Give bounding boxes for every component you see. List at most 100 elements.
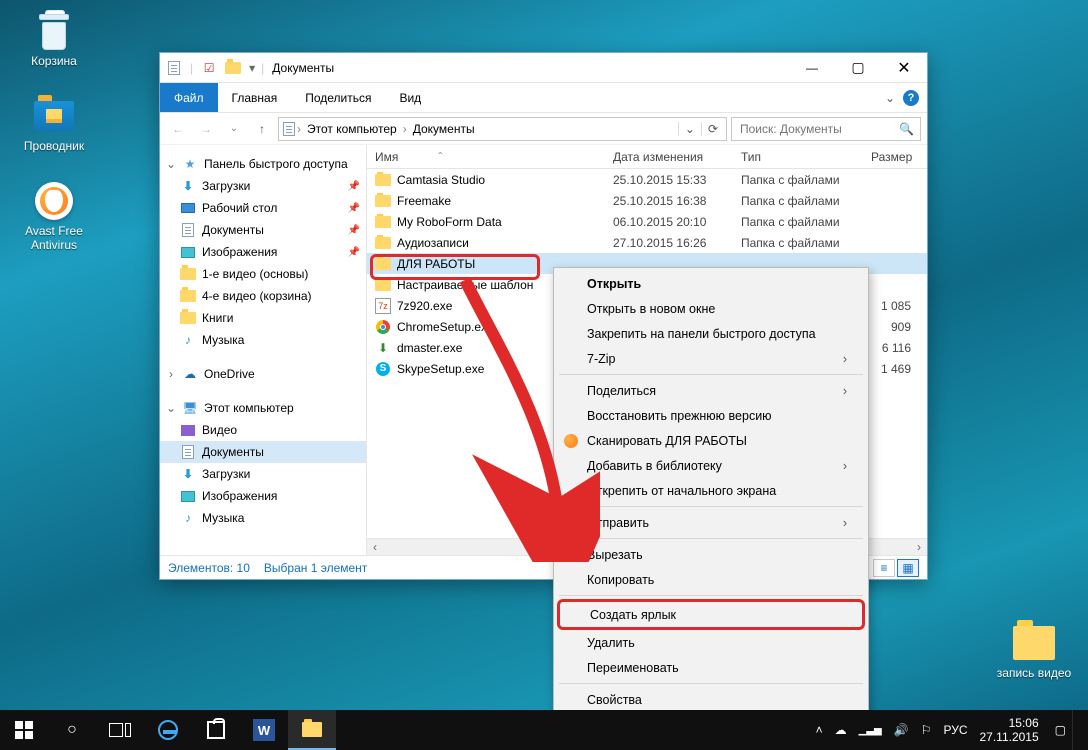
context-item[interactable]: Копировать bbox=[557, 567, 865, 592]
view-details-button[interactable]: ≡ bbox=[873, 559, 895, 577]
minimize-button[interactable]: — bbox=[789, 53, 835, 83]
taskbar-edge[interactable] bbox=[144, 710, 192, 750]
nav-pictures[interactable]: Изображения bbox=[160, 485, 366, 507]
nav-recent-button[interactable]: ⌄ bbox=[222, 117, 246, 141]
context-item[interactable]: Отправить› bbox=[557, 510, 865, 535]
address-dropdown-icon[interactable]: ⌄ bbox=[678, 122, 701, 136]
tray-flag-icon[interactable]: ⚐ bbox=[915, 723, 938, 737]
row-icon bbox=[375, 235, 391, 251]
music-icon: ♪ bbox=[180, 332, 196, 348]
close-button[interactable]: ✕ bbox=[881, 53, 927, 83]
row-size: 6 116 bbox=[871, 341, 927, 355]
row-name: ДЛЯ РАБОТЫ bbox=[397, 257, 475, 271]
context-item[interactable]: Поделиться› bbox=[557, 378, 865, 403]
taskbar-word[interactable]: W bbox=[240, 710, 288, 750]
nav-pictures[interactable]: Изображения📌 bbox=[160, 241, 366, 263]
context-item-label: Отправить bbox=[587, 516, 649, 530]
column-name[interactable]: Имяˆ bbox=[367, 150, 605, 164]
search-icon[interactable]: 🔍 bbox=[899, 122, 914, 136]
tray-volume-icon[interactable]: 🔊 bbox=[888, 723, 915, 737]
context-item[interactable]: 7-Zip› bbox=[557, 346, 865, 371]
search-input[interactable] bbox=[738, 121, 899, 137]
nav-forward-button[interactable]: → bbox=[194, 117, 218, 141]
context-item[interactable]: Открыть в новом окне bbox=[557, 296, 865, 321]
action-center-icon[interactable]: ▢ bbox=[1049, 723, 1072, 737]
context-item[interactable]: Восстановить прежнюю версию bbox=[557, 403, 865, 428]
qat-dropdown-icon[interactable]: ▾ bbox=[249, 61, 255, 75]
tab-file[interactable]: Файл bbox=[160, 83, 218, 112]
tray-network-icon[interactable]: ▁▃▅ bbox=[853, 725, 888, 736]
file-row[interactable]: My RoboForm Data06.10.2015 20:10Папка с … bbox=[367, 211, 927, 232]
context-menu: ОткрытьОткрыть в новом окнеЗакрепить на … bbox=[553, 267, 869, 716]
breadcrumb-leaf[interactable]: Документы bbox=[407, 122, 481, 136]
context-item[interactable]: Открыть bbox=[557, 271, 865, 296]
context-item[interactable]: Добавить в библиотеку› bbox=[557, 453, 865, 478]
desktop-icon-explorer[interactable]: Проводник bbox=[16, 95, 92, 153]
row-type: Папка с файлами bbox=[741, 215, 871, 229]
nav-this-pc[interactable]: ⌄🖥Этот компьютер bbox=[160, 397, 366, 419]
nav-onedrive[interactable]: ›☁OneDrive bbox=[160, 363, 366, 385]
tray-language[interactable]: РУС bbox=[937, 723, 973, 737]
nav-quick-access[interactable]: ⌄★Панель быстрого доступа bbox=[160, 153, 366, 175]
nav-documents-selected[interactable]: Документы bbox=[160, 441, 366, 463]
nav-desktop[interactable]: Рабочий стол📌 bbox=[160, 197, 366, 219]
context-item[interactable]: Удалить bbox=[557, 630, 865, 655]
folder-icon[interactable] bbox=[225, 60, 241, 76]
desktop-icon-recycle-bin[interactable]: Корзина bbox=[16, 10, 92, 68]
column-type[interactable]: Тип bbox=[733, 150, 863, 164]
nav-documents[interactable]: Документы📌 bbox=[160, 219, 366, 241]
tray-chevron-icon[interactable]: ˄ bbox=[810, 723, 829, 737]
breadcrumb-root[interactable]: Этот компьютер bbox=[301, 122, 403, 136]
row-name: My RoboForm Data bbox=[397, 215, 502, 229]
show-desktop-button[interactable] bbox=[1072, 710, 1088, 750]
help-icon[interactable]: ? bbox=[903, 90, 919, 106]
nav-music[interactable]: ♪Музыка bbox=[160, 329, 366, 351]
tab-share[interactable]: Поделиться bbox=[291, 83, 385, 112]
tab-view[interactable]: Вид bbox=[385, 83, 435, 112]
nav-videos[interactable]: Видео bbox=[160, 419, 366, 441]
context-item-label: Сканировать ДЛЯ РАБОТЫ bbox=[587, 434, 747, 448]
properties-icon[interactable]: ☑ bbox=[201, 60, 217, 76]
maximize-button[interactable]: ▢ bbox=[835, 53, 881, 83]
refresh-icon[interactable]: ⟳ bbox=[701, 122, 724, 136]
context-item[interactable]: Создать ярлык bbox=[560, 602, 862, 627]
file-row[interactable]: Camtasia Studio25.10.2015 15:33Папка с ф… bbox=[367, 169, 927, 190]
taskbar-clock[interactable]: 15:06 27.11.2015 bbox=[973, 716, 1048, 744]
start-button[interactable] bbox=[0, 710, 48, 750]
nav-folder[interactable]: Книги bbox=[160, 307, 366, 329]
view-icons-button[interactable]: ▦ bbox=[897, 559, 919, 577]
context-item[interactable]: Открепить от начального экрана bbox=[557, 478, 865, 503]
nav-folder[interactable]: 4-е видео (корзина) bbox=[160, 285, 366, 307]
row-date: 27.10.2015 16:26 bbox=[613, 236, 741, 250]
row-name: ChromeSetup.exe bbox=[397, 320, 494, 334]
context-item[interactable]: Сканировать ДЛЯ РАБОТЫ bbox=[557, 428, 865, 453]
nav-downloads[interactable]: ⬇Загрузки📌 bbox=[160, 175, 366, 197]
row-name: SkypeSetup.exe bbox=[397, 362, 484, 376]
search-button[interactable]: ○ bbox=[48, 710, 96, 750]
tray-onedrive-icon[interactable]: ☁ bbox=[829, 723, 853, 737]
desktop-icon-avast[interactable]: Avast Free Antivirus bbox=[16, 180, 92, 252]
nav-up-button[interactable]: ↑ bbox=[250, 117, 274, 141]
column-date[interactable]: Дата изменения bbox=[605, 150, 733, 164]
address-bar[interactable]: › Этот компьютер › Документы ⌄ ⟳ bbox=[278, 117, 727, 141]
taskbar-store[interactable] bbox=[192, 710, 240, 750]
file-row[interactable]: Аудиозаписи27.10.2015 16:26Папка с файла… bbox=[367, 232, 927, 253]
tab-home[interactable]: Главная bbox=[218, 83, 292, 112]
row-name: Настраиваемые шаблон bbox=[397, 278, 533, 292]
task-view-button[interactable] bbox=[96, 710, 144, 750]
search-box[interactable]: 🔍 bbox=[731, 117, 921, 141]
nav-downloads[interactable]: ⬇Загрузки bbox=[160, 463, 366, 485]
context-item[interactable]: Закрепить на панели быстрого доступа bbox=[557, 321, 865, 346]
context-item[interactable]: Переименовать bbox=[557, 655, 865, 680]
context-item[interactable]: Свойства bbox=[557, 687, 865, 712]
row-date: 25.10.2015 16:38 bbox=[613, 194, 741, 208]
nav-back-button[interactable]: ← bbox=[166, 117, 190, 141]
desktop-icon-folder[interactable]: запись видео bbox=[992, 622, 1076, 680]
taskbar-explorer-active[interactable] bbox=[288, 710, 336, 750]
file-row[interactable]: Freemake25.10.2015 16:38Папка с файлами bbox=[367, 190, 927, 211]
context-item[interactable]: Вырезать bbox=[557, 542, 865, 567]
nav-music[interactable]: ♪Музыка bbox=[160, 507, 366, 529]
ribbon-expand-icon[interactable]: ⌄ bbox=[885, 91, 895, 105]
nav-folder[interactable]: 1-е видео (основы) bbox=[160, 263, 366, 285]
column-size[interactable]: Размер bbox=[863, 150, 929, 164]
